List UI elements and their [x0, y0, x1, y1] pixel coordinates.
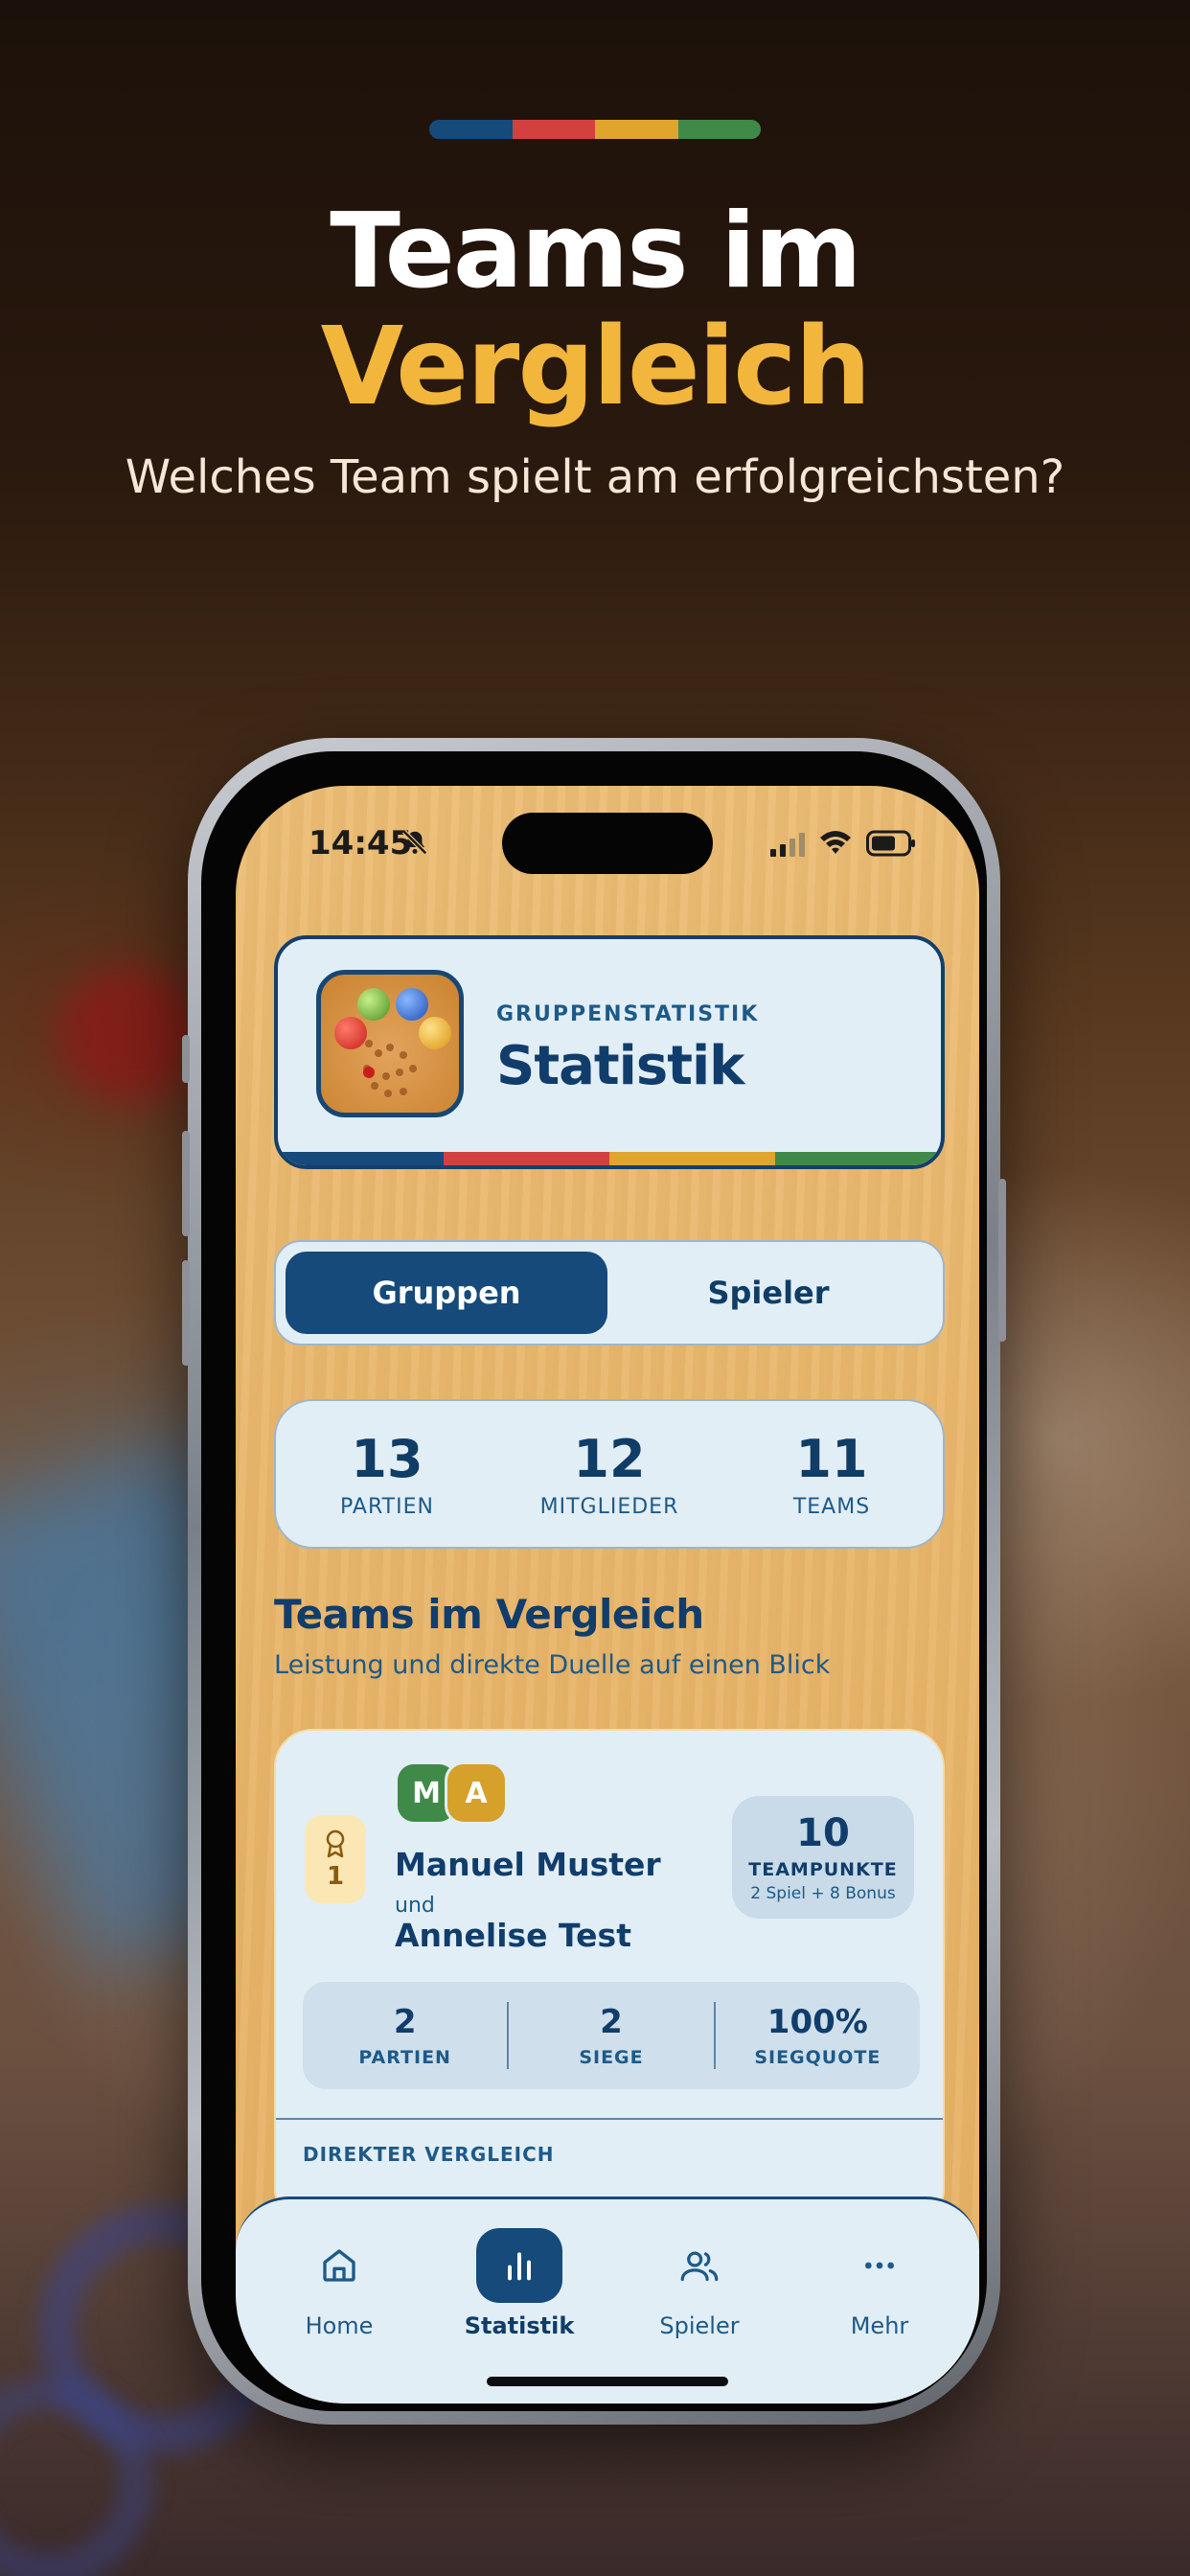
stat-value: 100% — [767, 2003, 868, 2041]
header-color-stripe — [278, 1152, 941, 1165]
app-logo-icon — [316, 970, 464, 1117]
divider — [276, 2118, 943, 2120]
avatar: A — [445, 1761, 508, 1825]
team-stat-siege: 2 SIEGE — [509, 1982, 713, 2089]
status-time: 14:45 — [309, 824, 413, 862]
dynamic-island — [502, 813, 713, 874]
header-overline: GRUPPENSTATISTIK — [496, 1002, 760, 1026]
team-stat-partien: 2 PARTIEN — [303, 1982, 507, 2089]
phone-volume-up — [182, 1131, 190, 1236]
stat-label: PARTIEN — [340, 1495, 434, 1519]
phone-action-button — [182, 1035, 190, 1083]
team-stats: 2 PARTIEN 2 SIEGE 100% SIEGQUOTE — [303, 1982, 920, 2089]
stat-value: 2 — [600, 2003, 623, 2041]
stat-label: PARTIEN — [358, 2047, 451, 2068]
team-card[interactable]: 1 M A Manuel Muster und Annelise Test 10… — [274, 1729, 945, 2227]
summary-stats: 13 PARTIEN 12 MITGLIEDER 11 TEAMS — [274, 1399, 945, 1549]
battery-icon — [866, 830, 915, 857]
segment-gruppen[interactable]: Gruppen — [286, 1252, 607, 1334]
hero-title-line2: Vergleich — [320, 305, 872, 429]
color-stripe — [429, 120, 761, 139]
tab-spieler[interactable]: Spieler — [623, 2228, 776, 2339]
stat-teams: 11 TEAMS — [721, 1401, 943, 1547]
home-icon — [296, 2228, 382, 2303]
header-card: GRUPPENSTATISTIK Statistik — [274, 935, 945, 1169]
stat-value: 13 — [351, 1429, 423, 1489]
bar-chart-icon — [476, 2228, 562, 2303]
team-points-value: 10 — [796, 1811, 850, 1855]
hero-subtitle: Welches Team spielt am erfolgreichsten? — [125, 450, 1065, 504]
segment-spieler[interactable]: Spieler — [607, 1252, 929, 1334]
team-points-detail: 2 Spiel + 8 Bonus — [750, 1884, 896, 1903]
page-title: Statistik — [496, 1035, 744, 1097]
section-title: Teams im Vergleich — [274, 1591, 704, 1638]
tab-label: Statistik — [464, 2312, 575, 2339]
stat-value: 2 — [393, 2003, 417, 2041]
rank-number: 1 — [326, 1862, 345, 1891]
tab-label: Spieler — [659, 2312, 740, 2339]
phone-power-button — [998, 1179, 1006, 1342]
team-points-box: 10 TEAMPUNKTE 2 Spiel + 8 Bonus — [732, 1796, 914, 1919]
tab-label: Home — [305, 2312, 374, 2339]
stat-value: 12 — [573, 1429, 646, 1489]
stat-label: TEAMS — [792, 1495, 871, 1519]
background-red-marble — [57, 968, 201, 1102]
tab-label: Mehr — [850, 2312, 909, 2339]
rank-badge: 1 — [305, 1815, 366, 1903]
tab-home[interactable]: Home — [263, 2228, 416, 2339]
stat-label: SIEGQUOTE — [754, 2047, 881, 2068]
tab-bar: Home Statistik Spieler Mehr — [236, 2196, 979, 2404]
player-one-name: Manuel Muster — [395, 1846, 661, 1883]
stat-label: MITGLIEDER — [539, 1495, 679, 1519]
home-indicator — [487, 2377, 728, 2386]
phone-volume-down — [182, 1260, 190, 1366]
wifi-icon — [820, 831, 851, 854]
stat-label: SIEGE — [579, 2047, 644, 2068]
award-icon — [326, 1829, 345, 1858]
phone-frame: 14:45 GRUPPENSTATISTIK Statistik Gruppen… — [182, 738, 1006, 2425]
screen: 14:45 GRUPPENSTATISTIK Statistik Gruppen… — [236, 786, 979, 2404]
connector-text: und — [395, 1894, 435, 1918]
hero-title-line1: Teams im — [330, 192, 861, 311]
section-subtitle: Leistung und direkte Duelle auf einen Bl… — [274, 1650, 831, 1680]
stat-value: 11 — [795, 1429, 868, 1489]
tab-statistik[interactable]: Statistik — [443, 2228, 596, 2339]
users-icon — [656, 2228, 743, 2303]
phone-bezel: 14:45 GRUPPENSTATISTIK Statistik Gruppen… — [201, 751, 987, 2411]
tab-mehr[interactable]: Mehr — [803, 2228, 956, 2339]
direct-comparison-label: DIREKTER VERGLEICH — [303, 2143, 555, 2166]
segmented-control: Gruppen Spieler — [274, 1240, 945, 1346]
cellular-signal-icon — [770, 833, 805, 857]
team-points-label: TEAMPUNKTE — [748, 1859, 898, 1880]
stat-mitglieder: 12 MITGLIEDER — [498, 1401, 721, 1547]
team-stat-siegquote: 100% SIEGQUOTE — [716, 1982, 920, 2089]
player-two-name: Annelise Test — [395, 1917, 631, 1954]
stat-partien: 13 PARTIEN — [276, 1401, 498, 1547]
bell-muted-icon — [401, 829, 428, 856]
more-dots-icon — [836, 2228, 923, 2303]
